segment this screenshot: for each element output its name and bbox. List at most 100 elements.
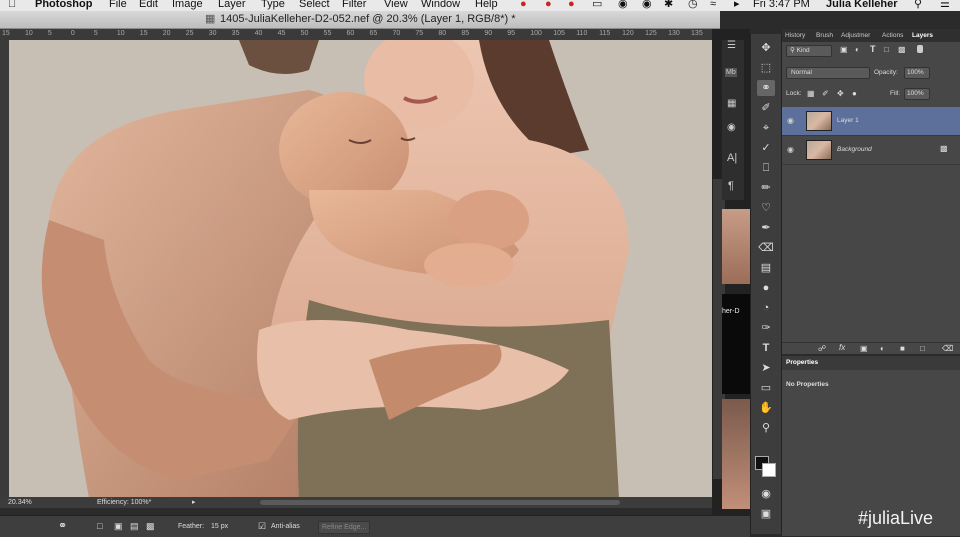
filter-pixel-icon[interactable]: ▣ [840,45,848,54]
efficiency-readout[interactable]: Efficiency: 100%* [97,497,151,508]
filter-smart-icon[interactable]: ▩ [898,45,906,54]
brush-tool-icon[interactable]: ✏ [757,180,775,196]
tab-adjustments[interactable]: Adjustmer [841,29,870,42]
antialias-checkbox[interactable]: ☑ [258,516,266,537]
status-arrow-icon[interactable]: ▸ [192,497,196,508]
notification-icon[interactable]: ☰ [940,0,950,10]
lock-position-icon[interactable]: ✥ [837,89,844,98]
screen-mode-icon[interactable]: ▣ [757,506,775,522]
lock-transparent-icon[interactable]: ▦ [807,89,815,98]
menu-file[interactable]: File [109,0,127,10]
pen-tool-icon[interactable]: ✑ [757,320,775,336]
new-group-icon[interactable]: ■ [900,344,905,353]
background-color-swatch[interactable] [762,463,776,477]
status-icon-5[interactable]: ◉ [642,0,652,10]
tab-properties[interactable]: Properties [786,359,818,366]
fx-icon[interactable]: fx [839,343,845,352]
add-mask-icon[interactable]: ▣ [860,344,868,353]
volume-icon[interactable]: ▸ [734,0,740,10]
tab-brush[interactable]: Brush [816,29,833,42]
wifi-icon[interactable]: ≈ [710,0,716,10]
marquee-tool-icon[interactable]: ⬚ [757,60,775,76]
styles-icon[interactable]: ◉ [727,122,736,133]
tab-actions[interactable]: Actions [882,29,903,42]
eyedropper-tool-icon[interactable]: ✓ [757,140,775,156]
menu-edit[interactable]: Edit [139,0,158,10]
document-canvas[interactable] [9,40,712,498]
new-selection-icon[interactable]: □ [97,516,102,537]
menu-select[interactable]: Select [299,0,330,10]
zoom-tool-icon[interactable]: ⚲ [757,420,775,436]
status-icon-2[interactable]: ● [545,0,552,10]
opacity-input[interactable]: 100% [904,67,930,79]
subtract-selection-icon[interactable]: ▤ [130,516,139,537]
filter-adjustment-icon[interactable]: ◐ [855,45,860,54]
layer-name[interactable]: Layer 1 [837,117,859,124]
lock-all-icon[interactable]: ● [852,89,857,98]
layer-row-layer-1[interactable]: ◉ Layer 1 [782,107,960,136]
spotlight-icon[interactable]: ⚲ [914,0,922,10]
crop-tool-icon[interactable]: ⌖ [757,120,775,136]
history-panel-icon[interactable]: ☰ [727,40,736,51]
refine-edge-button[interactable]: Refine Edge... [318,521,371,534]
history-brush-tool-icon[interactable]: ✒ [757,220,775,236]
link-layers-icon[interactable]: ☍ [818,344,826,353]
blend-mode-select[interactable]: Normal [786,67,870,79]
horizontal-scrollbar[interactable] [260,500,620,505]
add-selection-icon[interactable]: ▣ [114,516,123,537]
dodge-tool-icon[interactable]: ◔ [757,300,775,316]
path-selection-tool-icon[interactable]: ➤ [757,360,775,376]
feather-input[interactable]: 15 px [211,516,228,537]
visibility-eye-icon[interactable]: ◉ [787,117,795,125]
menu-filter[interactable]: Filter [342,0,366,10]
status-icon-1[interactable]: ● [520,0,527,10]
healing-brush-tool-icon[interactable]: ⎕ [757,160,775,176]
user-name[interactable]: Julia Kelleher [826,0,898,10]
type-tool-icon[interactable]: T [757,340,775,356]
layer-name[interactable]: Background [837,146,872,153]
quick-mask-icon[interactable]: ◉ [757,486,775,502]
filter-toggle-icon[interactable] [917,45,923,53]
eraser-tool-icon[interactable]: ⌫ [757,240,775,256]
rectangle-tool-icon[interactable]: ▭ [757,380,775,396]
apple-icon[interactable]:  [8,0,16,10]
menu-app-name[interactable]: Photoshop [35,0,92,10]
adjustment-layer-icon[interactable]: ◐ [880,344,885,353]
filter-shape-icon[interactable]: □ [884,45,889,54]
layer-filter-dropdown[interactable]: ⚲ Kind [786,45,832,57]
tab-layers[interactable]: Layers [912,29,933,42]
mini-bridge-icon[interactable]: Mb [725,68,737,77]
zoom-readout[interactable]: 20.34% [8,497,32,508]
clock-text[interactable]: Fri 3:47 PM [753,0,810,10]
gradient-tool-icon[interactable]: ▤ [757,260,775,276]
lasso-preset-icon[interactable]: ⚭ [58,516,67,537]
new-layer-icon[interactable]: □ [920,344,925,353]
lasso-tool-icon[interactable]: ⚭ [757,80,775,96]
menu-type[interactable]: Type [261,0,285,10]
quick-selection-tool-icon[interactable]: ✐ [757,100,775,116]
filter-type-icon[interactable]: T [870,44,876,54]
menu-help[interactable]: Help [475,0,498,10]
delete-layer-icon[interactable]: ⌫ [942,344,953,353]
menu-window[interactable]: Window [421,0,460,10]
hand-tool-icon[interactable]: ✋ [757,400,775,416]
blur-tool-icon[interactable]: ● [757,280,775,296]
move-tool-icon[interactable]: ✥ [757,40,775,56]
character-icon[interactable]: A| [727,152,737,164]
menu-image[interactable]: Image [172,0,203,10]
time-machine-icon[interactable]: ◷ [688,0,698,10]
status-icon-4[interactable]: ◉ [618,0,628,10]
visibility-eye-icon[interactable]: ◉ [787,146,795,154]
swatches-icon[interactable]: ▦ [727,98,736,109]
lock-pixels-icon[interactable]: ✐ [822,89,829,98]
fill-input[interactable]: 100% [904,88,930,100]
bluetooth-icon[interactable]: ✱ [664,0,673,10]
intersect-selection-icon[interactable]: ▩ [146,516,155,537]
status-icon-3[interactable]: ● [568,0,575,10]
layer-row-background[interactable]: ◉ Background ▩ [782,136,960,165]
menu-view[interactable]: View [384,0,408,10]
clone-stamp-tool-icon[interactable]: ♡ [757,200,775,216]
airplay-icon[interactable]: ▭ [592,0,602,10]
paragraph-icon[interactable]: ¶ [728,180,734,192]
tab-history[interactable]: History [785,29,805,42]
